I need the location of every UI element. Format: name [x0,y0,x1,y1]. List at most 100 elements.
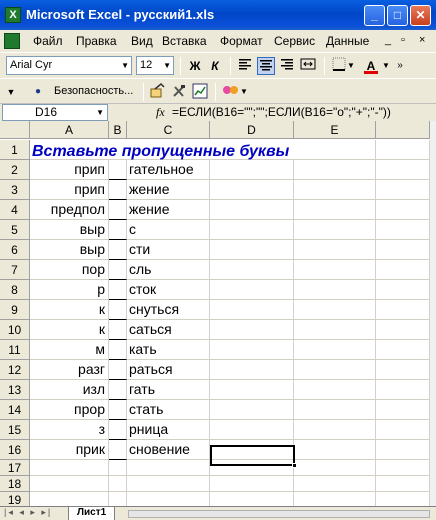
cell-c15[interactable]: рница [127,420,210,440]
cell-f16[interactable] [376,440,430,460]
cell-d10[interactable] [210,320,294,340]
security-button[interactable]: Безопасность... [54,85,133,97]
column-header-c[interactable]: C [127,121,210,139]
doc-close-button[interactable]: × [419,34,425,46]
cell-f13[interactable] [376,380,430,400]
cell-e15[interactable] [294,420,376,440]
row-header[interactable]: 18 [0,476,30,492]
row-header[interactable]: 6 [0,240,30,260]
cell-d8[interactable] [210,280,294,300]
row-header[interactable]: 14 [0,400,30,420]
cell-a7[interactable]: пор [30,260,109,280]
cell-e11[interactable] [294,340,376,360]
row-header[interactable]: 9 [0,300,30,320]
cell-f10[interactable] [376,320,430,340]
cell-d9[interactable] [210,300,294,320]
cell-a18[interactable] [30,476,109,492]
cell-e18[interactable] [294,476,376,492]
formula-input[interactable]: =ЕСЛИ(B16="";"";ЕСЛИ(B16="о";"+";"-")) [172,105,391,119]
blank-input-cell[interactable] [109,360,127,380]
align-left-button[interactable] [236,57,254,75]
cell-e13[interactable] [294,380,376,400]
doc-minimize-button[interactable]: _ [385,34,391,46]
blank-input-cell[interactable] [109,280,127,300]
cell-e4[interactable] [294,200,376,220]
blank-input-cell[interactable] [109,220,127,240]
cell-e1[interactable] [294,140,376,160]
row-header[interactable]: 13 [0,380,30,400]
menu-view[interactable]: Вид [131,34,153,48]
column-header-e[interactable]: E [294,121,376,139]
row-header[interactable]: 11 [0,340,30,360]
cell-f17[interactable] [376,460,430,476]
maximize-button[interactable]: □ [387,5,408,26]
cell-c13[interactable]: гать [127,380,210,400]
cell-e7[interactable] [294,260,376,280]
insert-function-icon[interactable]: fx [156,105,165,120]
cell-f5[interactable] [376,220,430,240]
cell-c2[interactable]: гательное [127,160,210,180]
blank-input-cell[interactable] [109,260,127,280]
blank-input-cell[interactable] [109,400,127,420]
active-cell-d16[interactable] [210,445,297,468]
tab-sheet1[interactable]: Лист1 [68,507,116,520]
cell-e14[interactable] [294,400,376,420]
cell-a15[interactable]: з [30,420,109,440]
cell-e12[interactable] [294,360,376,380]
blank-input-cell[interactable] [109,320,127,340]
cell-c5[interactable]: с [127,220,210,240]
close-button[interactable]: ✕ [410,5,431,26]
cell-d4[interactable] [210,200,294,220]
select-all-corner[interactable] [0,121,30,139]
row-header[interactable]: 15 [0,420,30,440]
menu-edit[interactable]: Правка [76,34,117,48]
menu-format[interactable]: Формат [220,34,263,48]
row-header[interactable]: 10 [0,320,30,340]
blank-input-cell[interactable] [109,300,127,320]
column-header-d[interactable]: D [210,121,294,139]
cell-a10[interactable]: к [30,320,109,340]
tab-scroll-buttons[interactable]: |◂ ◂ ▸ ▸| [4,507,52,518]
cell-a6[interactable]: выр [30,240,109,260]
cell-b17[interactable] [109,460,127,476]
cell-a3[interactable]: прип [30,180,109,200]
cell-d15[interactable] [210,420,294,440]
row-header[interactable]: 8 [0,280,30,300]
cell-c12[interactable]: раться [127,360,210,380]
horizontal-scrollbar[interactable] [128,510,430,518]
row-header[interactable]: 12 [0,360,30,380]
fill-handle[interactable] [292,463,297,468]
toolbar-options-icon[interactable]: ▼ [6,83,16,101]
cell-c6[interactable]: сти [127,240,210,260]
cell-f12[interactable] [376,360,430,380]
cell-f18[interactable] [376,476,430,492]
blank-input-cell[interactable] [109,380,127,400]
chevron-down-icon[interactable]: ▼ [240,83,248,101]
cell-a12[interactable]: разг [30,360,109,380]
cell-c16[interactable]: сновение [127,440,210,460]
cell-e5[interactable] [294,220,376,240]
cell-e2[interactable] [294,160,376,180]
worksheet-grid[interactable]: A B C D E 1 2 прип гательное 3 прип жение 4 пред… [0,121,436,520]
cell-d6[interactable] [210,240,294,260]
cell-c3[interactable]: жение [127,180,210,200]
italic-button[interactable]: К [206,57,224,75]
chevron-down-icon[interactable]: ▼ [96,105,104,120]
font-name-combo[interactable]: Arial Cyr ▼ [6,56,132,75]
cell-c14[interactable]: стать [127,400,210,420]
cell-f6[interactable] [376,240,430,260]
cell-c10[interactable]: саться [127,320,210,340]
cell-a2[interactable]: прип [30,160,109,180]
cell-f3[interactable] [376,180,430,200]
cell-d5[interactable] [210,220,294,240]
toolbar-options-icon[interactable]: » [395,57,405,75]
cell-e8[interactable] [294,280,376,300]
align-right-button[interactable] [278,57,296,75]
excel-app-icon[interactable]: X [5,7,21,23]
blank-input-cell[interactable] [109,240,127,260]
cell-e6[interactable] [294,240,376,260]
name-box[interactable]: D16 ▼ [2,104,108,121]
cell-d11[interactable] [210,340,294,360]
cell-a11[interactable]: м [30,340,109,360]
cell-d12[interactable] [210,360,294,380]
